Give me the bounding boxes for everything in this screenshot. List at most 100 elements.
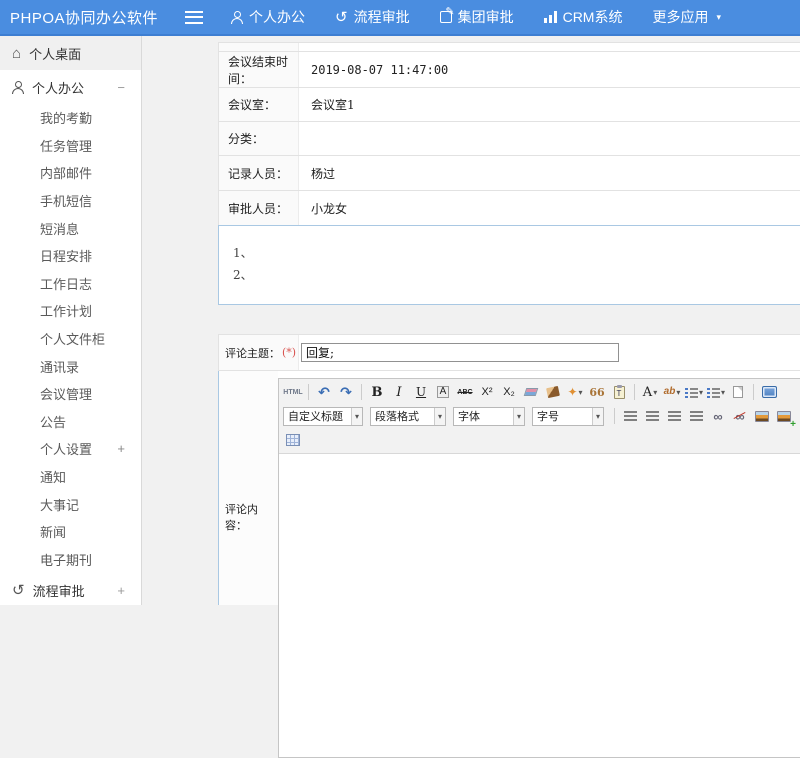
align-right-button[interactable] <box>664 406 684 426</box>
quick-style-button[interactable]: ✦▾ <box>565 382 585 402</box>
fullscreen-button[interactable] <box>759 382 779 402</box>
unlink-icon: ∞ <box>735 410 744 423</box>
field-label <box>219 43 299 51</box>
insert-link-button[interactable]: ∞ <box>708 406 728 426</box>
hamburger-menu-icon[interactable] <box>185 11 203 24</box>
sidebar-item-label: 短消息 <box>40 219 79 238</box>
sidebar-item-attendance[interactable]: 我的考勤 <box>0 104 141 132</box>
subscript-button[interactable]: X₂ <box>499 382 519 402</box>
comment-content-label: 评论内容： <box>219 371 278 605</box>
underline-button[interactable]: U <box>411 382 431 402</box>
sidebar-item-task-management[interactable]: 任务管理 <box>0 132 141 160</box>
bold-button[interactable]: B <box>367 382 387 402</box>
strikethrough-button[interactable]: ABC <box>455 382 475 402</box>
nav-item-personal-office[interactable]: 个人办公 <box>231 7 305 27</box>
new-document-button[interactable] <box>728 382 748 402</box>
sidebar-item-contacts[interactable]: 通讯录 <box>0 352 141 380</box>
align-center-button[interactable] <box>642 406 662 426</box>
sidebar-item-label: 工作日志 <box>40 274 92 293</box>
chevron-down-icon: ▾ <box>513 408 524 425</box>
sidebar-item-label: 手机短信 <box>40 191 92 210</box>
html-source-button[interactable]: HTML <box>283 382 303 402</box>
quote-icon: 66 <box>589 387 604 398</box>
nav-item-crm[interactable]: CRM系统 <box>544 7 623 27</box>
sidebar-section-personal-office[interactable]: 个人办公 − <box>0 70 141 104</box>
sidebar-item-mobile-sms[interactable]: 手机短信 <box>0 187 141 215</box>
image-add-icon <box>777 411 791 422</box>
align-center-icon <box>646 411 659 421</box>
comment-subject-row: 评论主题： (*) <box>218 334 800 371</box>
undo-button[interactable]: ↶ <box>314 382 334 402</box>
font-color-button[interactable]: A▾ <box>640 382 660 402</box>
sidebar-item-label: 公告 <box>40 412 66 431</box>
nav-item-group-approval[interactable]: 集团审批 <box>440 7 514 27</box>
toolbar-row-3 <box>281 428 800 452</box>
ordered-list-button[interactable]: ▾ <box>684 382 704 402</box>
select-value: 字体 <box>458 408 480 424</box>
field-value: 2019-08-07 11:47:00 <box>299 52 800 87</box>
font-family-select[interactable]: 字体 ▾ <box>453 407 525 426</box>
sidebar-item-label: 通讯录 <box>40 357 79 376</box>
chart-icon <box>544 11 557 23</box>
expand-plus-icon[interactable]: + <box>117 583 125 598</box>
paste-plain-button[interactable]: T <box>609 382 629 402</box>
form-row: 记录人员：杨过 <box>219 156 800 191</box>
font-box-button[interactable]: A <box>433 382 453 402</box>
sidebar-section-label: 流程审批 <box>33 581 85 600</box>
field-value: 会议室1 <box>299 88 800 121</box>
sidebar-submenu: 我的考勤任务管理内部邮件手机短信短消息日程安排工作日志工作计划个人文件柜通讯录会… <box>0 104 141 573</box>
insert-image-button[interactable] <box>752 406 772 426</box>
chevron-down-icon: ▾ <box>716 12 721 23</box>
remove-link-button[interactable]: ∞ <box>730 406 750 426</box>
collapse-minus-icon[interactable]: − <box>117 80 125 95</box>
format-painter-button[interactable] <box>543 382 563 402</box>
insert-table-button[interactable] <box>283 430 303 450</box>
sidebar-item-internal-mail[interactable]: 内部邮件 <box>0 159 141 187</box>
redo-button[interactable]: ↷ <box>336 382 356 402</box>
editor-content-area[interactable] <box>279 454 800 757</box>
sidebar-item-news[interactable]: 新闻 <box>0 518 141 546</box>
nav-item-more-apps[interactable]: 更多应用▾ <box>652 7 721 27</box>
sidebar-item-announcement[interactable]: 公告 <box>0 408 141 436</box>
sidebar-item-work-log[interactable]: 工作日志 <box>0 270 141 298</box>
blockquote-button[interactable]: 66 <box>587 382 607 402</box>
align-left-button[interactable] <box>620 406 640 426</box>
custom-heading-select[interactable]: 自定义标题▾ <box>283 407 363 426</box>
paragraph-format-select[interactable]: 段落格式▾ <box>370 407 446 426</box>
sidebar-item-label: 会议管理 <box>40 384 92 403</box>
sidebar-item-personal-file-cabinet[interactable]: 个人文件柜 <box>0 325 141 353</box>
expand-plus-icon[interactable]: + <box>117 441 125 456</box>
content-line: 2、 <box>233 264 800 286</box>
sidebar-item-memorabilia[interactable]: 大事记 <box>0 490 141 518</box>
form-row: 会议结束时间：2019-08-07 11:47:00 <box>219 52 800 88</box>
sidebar-item-meeting-management[interactable]: 会议管理 <box>0 380 141 408</box>
align-justify-button[interactable] <box>686 406 706 426</box>
sidebar-item-personal-desktop[interactable]: 个人桌面 <box>0 36 141 70</box>
sidebar-item-work-plan[interactable]: 工作计划 <box>0 297 141 325</box>
sidebar-item-label: 我的考勤 <box>40 108 92 127</box>
meeting-detail-table: 会议结束时间：2019-08-07 11:47:00会议室：会议室1分类：记录人… <box>218 42 800 226</box>
sidebar-section-workflow-approval[interactable]: 流程审批 + <box>0 573 141 607</box>
table-icon <box>286 434 300 446</box>
nav-item-workflow-approval[interactable]: 流程审批 <box>335 7 410 27</box>
sidebar-item-short-message[interactable]: 短消息 <box>0 214 141 242</box>
nav-item-label: 集团审批 <box>458 7 514 27</box>
highlight-color-button[interactable]: ab▾ <box>662 382 682 402</box>
magic-wand-icon: ✦ <box>567 386 577 398</box>
insert-media-button[interactable] <box>796 406 800 426</box>
font-color-icon: A <box>643 386 652 399</box>
sidebar-item-notification[interactable]: 通知 <box>0 463 141 491</box>
eraser-button[interactable] <box>521 382 541 402</box>
superscript-button[interactable]: X² <box>477 382 497 402</box>
sidebar-item-schedule[interactable]: 日程安排 <box>0 242 141 270</box>
toolbar-row-2: 自定义标题▾ 段落格式▾ 字体 ▾ 字号▾ ∞ ∞ <box>281 404 800 428</box>
comment-subject-value-cell <box>299 335 800 370</box>
font-size-select[interactable]: 字号▾ <box>532 407 604 426</box>
upload-image-button[interactable] <box>774 406 794 426</box>
comment-subject-input[interactable] <box>301 343 619 362</box>
sidebar-item-personal-settings[interactable]: 个人设置+ <box>0 435 141 463</box>
unordered-list-button[interactable]: ▾ <box>706 382 726 402</box>
italic-button[interactable]: I <box>389 382 409 402</box>
sidebar-item-label: 日程安排 <box>40 246 92 265</box>
sidebar-item-e-journal[interactable]: 电子期刊 <box>0 546 141 574</box>
